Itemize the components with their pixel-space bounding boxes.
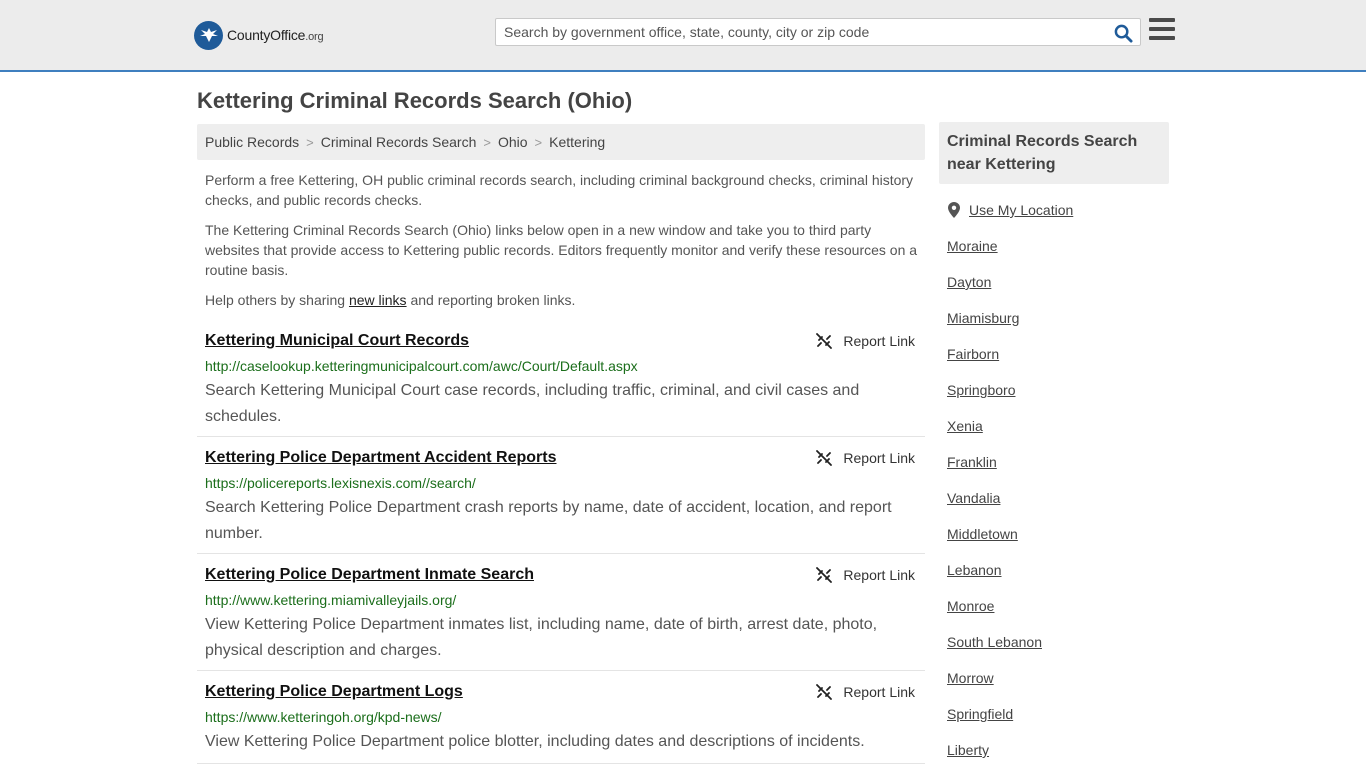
broken-link-icon [816, 450, 833, 466]
list-item: Liberty [947, 742, 1042, 778]
breadcrumb-separator: > [483, 134, 491, 150]
report-link-button[interactable]: Report Link [816, 684, 915, 700]
list-item: Monroe [947, 598, 1042, 634]
top-header: CountyOffice.org [0, 0, 1366, 72]
list-item: Springfield [947, 706, 1042, 742]
use-my-location-link[interactable]: Use My Location [969, 202, 1073, 218]
report-link-button[interactable]: Report Link [816, 450, 915, 466]
hamburger-menu-icon[interactable] [1149, 18, 1175, 42]
broken-link-icon [816, 333, 833, 349]
broken-link-icon [816, 567, 833, 583]
city-link-monroe[interactable]: Monroe [947, 598, 994, 614]
intro-text: Help others by sharing [205, 292, 349, 308]
logo-eagle-icon [194, 20, 223, 50]
report-link-button[interactable]: Report Link [816, 567, 915, 583]
city-link-middletown[interactable]: Middletown [947, 526, 1018, 542]
list-item: Springboro [947, 382, 1042, 418]
record-title-link[interactable]: Kettering Police Department Inmate Searc… [205, 566, 534, 584]
map-pin-icon [948, 202, 960, 218]
city-link-liberty[interactable]: Liberty [947, 742, 989, 758]
record-url: http://www.kettering.miamivalleyjails.or… [205, 592, 457, 608]
city-link-morrow[interactable]: Morrow [947, 670, 994, 686]
city-link-springfield[interactable]: Springfield [947, 706, 1013, 722]
city-link-xenia[interactable]: Xenia [947, 418, 983, 434]
record-title-link[interactable]: Kettering Police Department Logs [205, 683, 463, 701]
page-title: Kettering Criminal Records Search (Ohio) [197, 88, 633, 113]
broken-link-icon [816, 684, 833, 700]
record-url: http://caselookup.ketteringmunicipalcour… [205, 358, 638, 374]
use-my-location: Use My Location [948, 202, 1073, 218]
city-link-miamisburg[interactable]: Miamisburg [947, 310, 1019, 326]
list-item: Vandalia [947, 490, 1042, 526]
list-item: Franklin [947, 454, 1042, 490]
record-title-link[interactable]: Kettering Municipal Court Records [205, 332, 469, 350]
record-item: Kettering Municipal Court Records Report… [197, 326, 925, 437]
record-item: Kettering Police Department Inmate Searc… [197, 560, 925, 671]
record-title-link[interactable]: Kettering Police Department Accident Rep… [205, 449, 556, 467]
record-description: View Kettering Police Department inmates… [205, 616, 878, 659]
report-link-label: Report Link [843, 333, 915, 349]
list-item: Lebanon [947, 562, 1042, 598]
breadcrumb-separator: > [534, 134, 543, 150]
city-link-vandalia[interactable]: Vandalia [947, 490, 1000, 506]
list-item: Morrow [947, 670, 1042, 706]
search-input[interactable] [496, 19, 1106, 45]
logo-brand: CountyOffice [227, 27, 306, 43]
city-link-lebanon[interactable]: Lebanon [947, 562, 1002, 578]
sidebar-heading: Criminal Records Search near Kettering [939, 122, 1169, 184]
list-item: Moraine [947, 238, 1042, 274]
list-item: Xenia [947, 418, 1042, 454]
city-link-franklin[interactable]: Franklin [947, 454, 997, 470]
logo-text: CountyOffice.org [227, 27, 324, 43]
search-bar [495, 18, 1141, 46]
report-link-label: Report Link [843, 684, 915, 700]
report-link-button[interactable]: Report Link [816, 333, 915, 349]
nearby-cities-list: Moraine Dayton Miamisburg Fairborn Sprin… [947, 238, 1042, 778]
list-item: Fairborn [947, 346, 1042, 382]
city-link-fairborn[interactable]: Fairborn [947, 346, 999, 362]
breadcrumb-kettering[interactable]: Kettering [549, 134, 605, 150]
breadcrumb-separator: > [306, 134, 314, 150]
breadcrumb: Public Records > Criminal Records Search… [197, 124, 925, 160]
new-links-link[interactable]: new links [349, 292, 407, 308]
report-link-label: Report Link [843, 450, 915, 466]
record-item: Kettering Police Department Accident Rep… [197, 443, 925, 554]
record-url: https://policereports.lexisnexis.com//se… [205, 475, 476, 491]
breadcrumb-criminal-records-search[interactable]: Criminal Records Search [321, 134, 477, 150]
list-item: Middletown [947, 526, 1042, 562]
record-description: Search Kettering Police Department crash… [205, 499, 892, 542]
site-logo[interactable]: CountyOffice.org [194, 20, 324, 50]
breadcrumb-ohio[interactable]: Ohio [498, 134, 528, 150]
list-item: Dayton [947, 274, 1042, 310]
city-link-moraine[interactable]: Moraine [947, 238, 998, 254]
city-link-springboro[interactable]: Springboro [947, 382, 1016, 398]
logo-suffix: .org [305, 31, 324, 43]
city-link-dayton[interactable]: Dayton [947, 274, 991, 290]
breadcrumb-public-records[interactable]: Public Records [205, 134, 299, 150]
record-description: View Kettering Police Department police … [205, 733, 865, 750]
intro-text: and reporting broken links. [406, 292, 576, 308]
list-item: Miamisburg [947, 310, 1042, 346]
search-icon[interactable] [1112, 22, 1134, 44]
city-link-south-lebanon[interactable]: South Lebanon [947, 634, 1042, 650]
intro-paragraph-1: Perform a free Kettering, OH public crim… [205, 172, 914, 208]
record-description: Search Kettering Municipal Court case re… [205, 382, 860, 425]
record-item: Kettering Police Department Logs Report … [197, 677, 925, 764]
report-link-label: Report Link [843, 567, 915, 583]
record-url: https://www.ketteringoh.org/kpd-news/ [205, 709, 442, 725]
intro-paragraph-2: The Kettering Criminal Records Search (O… [205, 222, 918, 278]
list-item: South Lebanon [947, 634, 1042, 670]
intro-paragraph-3: Help others by sharing new links and rep… [205, 290, 921, 310]
